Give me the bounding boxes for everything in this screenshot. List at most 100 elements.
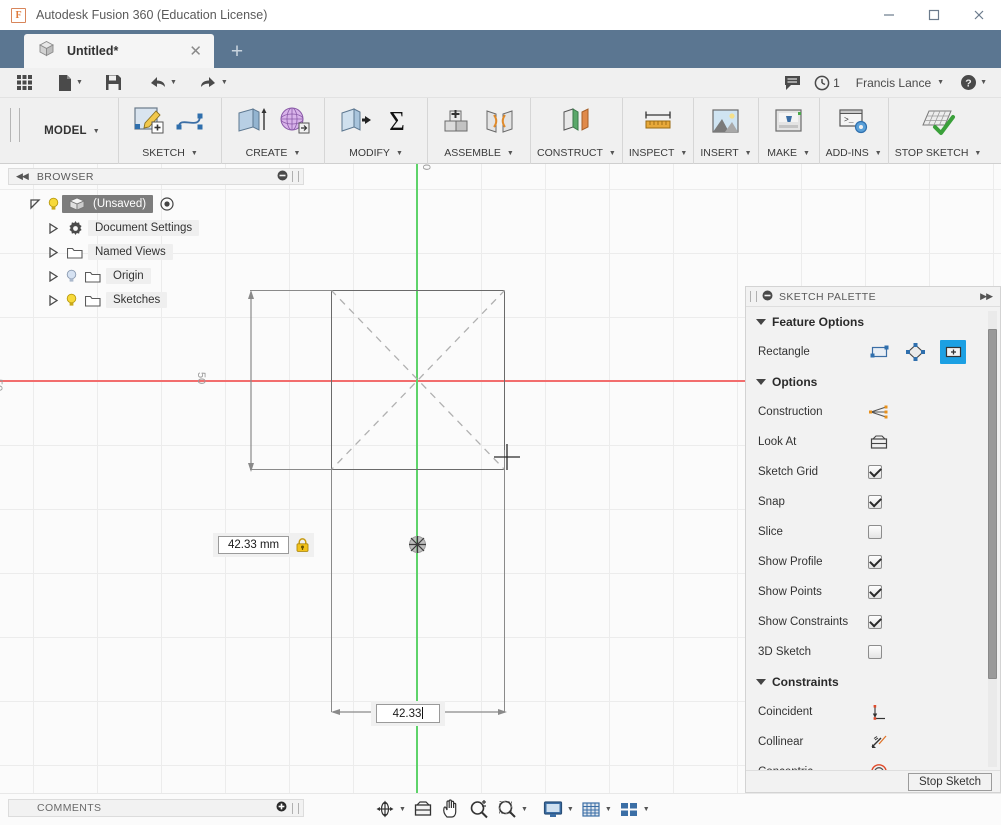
tree-node-document-settings[interactable]: Document Settings <box>8 216 304 240</box>
look-at-icon[interactable] <box>868 432 890 452</box>
minimize-circle-icon[interactable] <box>277 168 288 186</box>
2-point-rectangle-icon[interactable] <box>868 342 890 362</box>
row-coincident[interactable]: Coincident <box>746 697 1000 727</box>
section-feature-options[interactable]: Feature Options <box>746 307 1000 337</box>
add-comment-icon[interactable] <box>276 799 287 817</box>
new-tab-button[interactable]: + <box>220 34 254 68</box>
sigma-icon[interactable]: Σ <box>377 100 417 142</box>
3d-sketch-checkbox[interactable] <box>868 645 882 659</box>
close-icon[interactable]: ✕ <box>189 44 202 59</box>
section-constraints[interactable]: Constraints <box>746 667 1000 697</box>
collinear-constraint-icon[interactable] <box>868 732 890 752</box>
lightbulb-off-icon[interactable] <box>62 269 80 283</box>
slice-checkbox[interactable] <box>868 525 882 539</box>
tree-node-label[interactable]: Document Settings <box>88 220 200 236</box>
tree-node-unsaved-pill[interactable]: (Unsaved) <box>62 195 154 213</box>
row-look-at[interactable]: Look At <box>746 427 1000 457</box>
minimize-button[interactable] <box>866 0 911 30</box>
ribbon-group-sketch-label[interactable]: SKETCH ▼ <box>142 144 198 162</box>
orbit-button[interactable]: ▼ <box>372 797 408 821</box>
section-options[interactable]: Options <box>746 367 1000 397</box>
ribbon-group-inspect-label[interactable]: INSPECT ▼ <box>629 144 687 162</box>
collapse-left-icon[interactable]: ◀◀ <box>16 171 29 182</box>
show-data-panel-button[interactable] <box>10 68 39 98</box>
job-status-button[interactable]: 1 <box>808 68 846 98</box>
lock-icon[interactable] <box>296 538 309 552</box>
dimension-value-horizontal[interactable]: 42.33 <box>376 704 440 723</box>
dimension-value-vertical[interactable]: 42.33 mm <box>218 536 290 554</box>
redo-button[interactable]: ▼ <box>193 68 234 98</box>
dimension-input-horizontal[interactable]: 42.33 <box>371 701 445 726</box>
expander-collapsed-icon[interactable] <box>44 270 62 282</box>
zoom-button[interactable] <box>466 797 492 821</box>
row-collinear[interactable]: Collinear <box>746 727 1000 757</box>
tree-node-label[interactable]: Origin <box>106 268 151 284</box>
row-show-points[interactable]: Show Points <box>746 577 1000 607</box>
row-concentric[interactable]: Concentric <box>746 757 1000 771</box>
tree-node-unsaved[interactable]: (Unsaved) <box>8 192 304 216</box>
ribbon-group-modify-label[interactable]: MODIFY ▼ <box>349 144 403 162</box>
expander-collapsed-icon[interactable] <box>44 246 62 258</box>
zoom-window-button[interactable]: ▼ <box>494 797 530 821</box>
tree-node-label[interactable]: Named Views <box>88 244 173 260</box>
row-construction[interactable]: Construction <box>746 397 1000 427</box>
ribbon-group-stop-sketch-label[interactable]: STOP SKETCH ▼ <box>895 144 982 162</box>
palette-resize-grip[interactable] <box>750 291 757 302</box>
row-show-profile[interactable]: Show Profile <box>746 547 1000 577</box>
maximize-button[interactable] <box>911 0 956 30</box>
center-rectangle-icon[interactable] <box>940 340 966 364</box>
browser-resize-grip[interactable] <box>292 171 299 182</box>
minimize-circle-icon[interactable] <box>762 288 773 306</box>
comments-resize-grip[interactable] <box>292 802 299 814</box>
row-3d-sketch[interactable]: 3D Sketch <box>746 637 1000 667</box>
row-sketch-grid[interactable]: Sketch Grid <box>746 457 1000 487</box>
stop-sketch-button[interactable]: Stop Sketch <box>907 772 992 791</box>
look-at-button[interactable] <box>410 797 436 821</box>
file-menu-button[interactable]: ▼ <box>51 68 89 98</box>
show-constraints-checkbox[interactable] <box>868 615 882 629</box>
press-pull-icon[interactable] <box>335 100 375 142</box>
dimension-input-vertical[interactable]: 42.33 mm <box>213 533 315 557</box>
comments-bar[interactable]: COMMENTS <box>8 799 304 817</box>
pan-button[interactable] <box>438 797 464 821</box>
ribbon-group-addins-label[interactable]: ADD-INS ▼ <box>826 144 882 162</box>
ribbon-group-make-label[interactable]: MAKE ▼ <box>767 144 810 162</box>
lightbulb-icon[interactable] <box>62 293 80 307</box>
construction-line-icon[interactable] <box>868 402 890 422</box>
measure-icon[interactable] <box>638 100 678 142</box>
show-profile-checkbox[interactable] <box>868 555 882 569</box>
ribbon-group-insert-label[interactable]: INSERT ▼ <box>700 144 751 162</box>
tree-node-sketches[interactable]: Sketches <box>8 288 304 312</box>
lightbulb-icon[interactable] <box>44 197 62 211</box>
mesh-icon[interactable] <box>274 100 314 142</box>
ribbon-grip[interactable] <box>10 108 20 142</box>
offset-plane-icon[interactable] <box>556 100 596 142</box>
activate-icon[interactable] <box>158 197 176 211</box>
row-slice[interactable]: Slice <box>746 517 1000 547</box>
grid-snaps-button[interactable]: ▼ <box>578 797 614 821</box>
viewports-button[interactable]: ▼ <box>616 797 652 821</box>
ribbon-group-create-label[interactable]: CREATE ▼ <box>246 144 301 162</box>
row-show-constraints[interactable]: Show Constraints <box>746 607 1000 637</box>
tree-node-origin[interactable]: Origin <box>8 264 304 288</box>
3d-print-icon[interactable] <box>769 100 809 142</box>
ribbon-group-assemble-label[interactable]: ASSEMBLE ▼ <box>444 144 514 162</box>
new-component-icon[interactable] <box>438 100 478 142</box>
joint-icon[interactable] <box>480 100 520 142</box>
expander-collapsed-icon[interactable] <box>44 294 62 306</box>
expander-collapsed-icon[interactable] <box>44 222 62 234</box>
workspace-selector[interactable]: MODEL ▼ <box>26 98 118 164</box>
document-tab[interactable]: Untitled* ✕ <box>24 34 214 68</box>
user-menu-button[interactable]: Francis Lance ▼ <box>846 76 954 90</box>
create-sketch-icon[interactable] <box>129 100 169 142</box>
stop-sketch-icon[interactable] <box>918 100 958 142</box>
ribbon-group-construct-label[interactable]: CONSTRUCT ▼ <box>537 144 616 162</box>
coincident-constraint-icon[interactable] <box>868 702 890 722</box>
sketch-grid-checkbox[interactable] <box>868 465 882 479</box>
tree-node-named-views[interactable]: Named Views <box>8 240 304 264</box>
palette-scrollbar[interactable] <box>988 311 997 767</box>
extrude-icon[interactable] <box>232 100 272 142</box>
snap-checkbox[interactable] <box>868 495 882 509</box>
scripts-addins-icon[interactable]: >_ <box>834 100 874 142</box>
expand-right-icon[interactable]: ▶▶ <box>980 291 993 302</box>
